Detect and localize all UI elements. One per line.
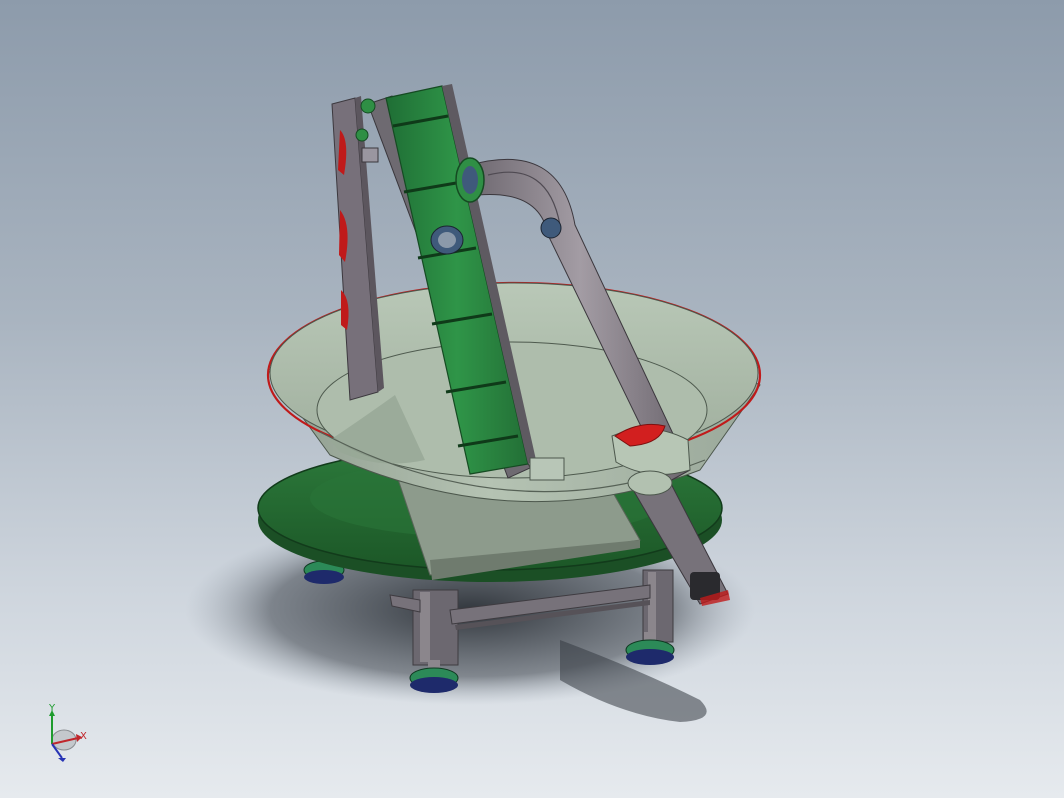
cad-3d-model[interactable] xyxy=(0,0,1064,798)
chute-support-block xyxy=(529,457,565,481)
cad-graphics-viewport[interactable]: Y X xyxy=(0,0,1064,798)
coordinate-axis-triad[interactable]: Y X xyxy=(40,700,96,766)
axis-x-label: X xyxy=(80,731,87,742)
axis-y-label: Y xyxy=(49,703,56,714)
